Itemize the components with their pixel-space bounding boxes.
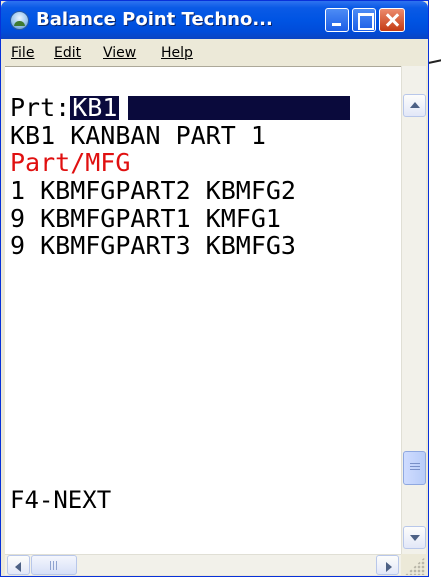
- vertical-scroll-thumb[interactable]: [403, 451, 426, 485]
- close-button[interactable]: [379, 8, 405, 32]
- scroll-down-button[interactable]: [403, 526, 426, 549]
- part-prompt-label: Prt:: [10, 93, 71, 122]
- function-key-hint: F4-NEXT: [10, 486, 112, 514]
- part-input-value[interactable]: KB1: [70, 95, 120, 120]
- chevron-right-icon: [386, 562, 392, 572]
- part-mfg-header: Part/MFG: [10, 148, 131, 177]
- chevron-down-icon: [410, 535, 420, 541]
- menu-file[interactable]: File: [11, 45, 34, 61]
- part-description: KB1 KANBAN PART 1: [10, 121, 266, 150]
- vertical-scrollbar[interactable]: [401, 66, 426, 554]
- chevron-left-icon: [15, 562, 21, 572]
- title-bar[interactable]: Balance Point Techno...: [1, 1, 428, 39]
- menu-edit[interactable]: Edit: [54, 45, 81, 61]
- horizontal-scroll-thumb[interactable]: [31, 555, 77, 575]
- maximize-button[interactable]: [352, 8, 376, 32]
- menu-bar: File Edit View Help: [5, 39, 426, 66]
- part-prompt-row: Prt:KB1: [10, 93, 351, 122]
- scroll-up-button[interactable]: [403, 94, 426, 117]
- scroll-left-button[interactable]: [7, 555, 30, 575]
- list-item: 9 KBMFGPART1 KMFG1: [10, 204, 281, 233]
- scroll-right-button[interactable]: [376, 555, 399, 575]
- menu-help[interactable]: Help: [161, 45, 193, 61]
- horizontal-scrollbar[interactable]: [5, 554, 401, 575]
- minimize-button[interactable]: [325, 8, 349, 32]
- list-item: 1 KBMFGPART2 KBMFG2: [10, 176, 296, 205]
- list-item: 9 KBMFGPART3 KBMFG3: [10, 231, 296, 260]
- terminal-screen: Prt:KB1 KB1 KANBAN PART 1 Part/MFG 1 KBM…: [5, 66, 401, 554]
- app-logo-icon[interactable]: [10, 11, 29, 30]
- window-title: Balance Point Techno...: [36, 9, 273, 30]
- chevron-up-icon: [410, 102, 420, 108]
- resize-grip-icon[interactable]: [405, 557, 425, 575]
- menu-view[interactable]: View: [103, 45, 136, 61]
- part-input-field[interactable]: [128, 96, 351, 120]
- app-window: Balance Point Techno... File Edit View H…: [0, 0, 429, 577]
